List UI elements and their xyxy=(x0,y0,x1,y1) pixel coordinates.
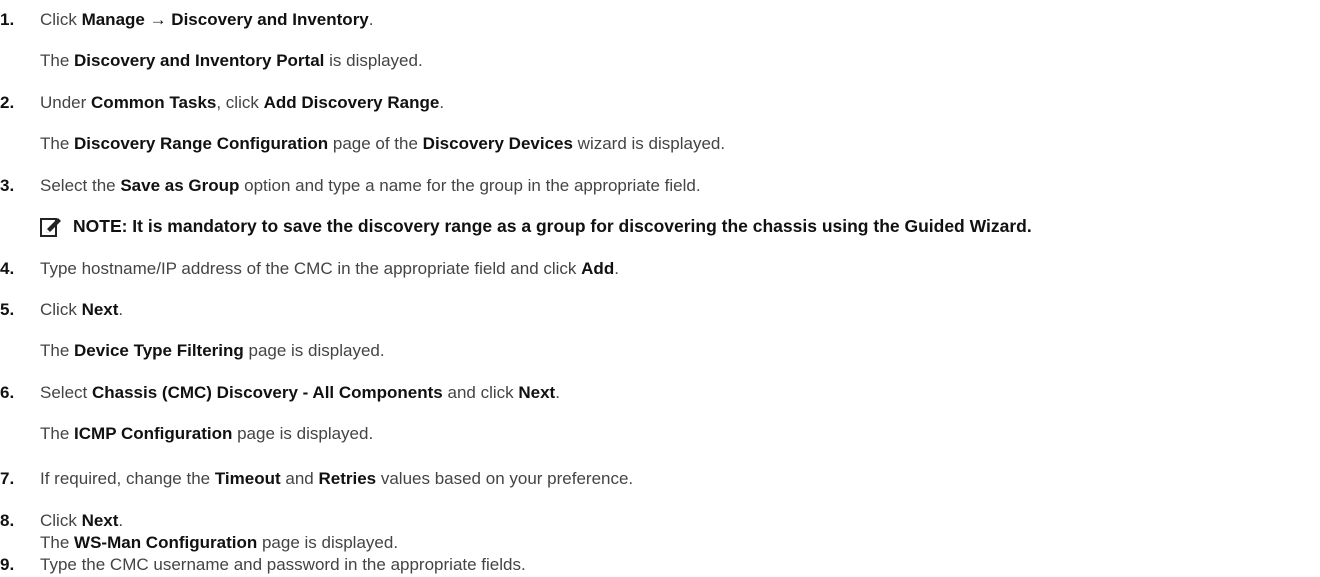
step-8-result: The WS-Man Configuration page is display… xyxy=(40,533,399,552)
step-5-result: The Device Type Filtering page is displa… xyxy=(40,341,385,360)
step-number: 2. xyxy=(0,93,15,112)
step-text: Click Manage → Discovery and Inventory. xyxy=(40,10,374,29)
step-number: 9. xyxy=(0,555,15,574)
step-number: 8. xyxy=(0,511,15,530)
step-number: 4. xyxy=(0,259,15,278)
note-text: NOTE: It is mandatory to save the discov… xyxy=(73,216,1032,236)
step-2-result: The Discovery Range Configuration page o… xyxy=(40,134,726,153)
step-number: 3. xyxy=(0,176,15,195)
step-text: Under Common Tasks, click Add Discovery … xyxy=(40,93,445,112)
step-6-result: The ICMP Configuration page is displayed… xyxy=(40,424,374,443)
step-text: Click Next. xyxy=(40,300,124,319)
step-text: Select Chassis (CMC) Discovery - All Com… xyxy=(40,383,560,402)
step-text: If required, change the Timeout and Retr… xyxy=(40,469,634,488)
step-number: 6. xyxy=(0,383,15,402)
step-text: Type the CMC username and password in th… xyxy=(40,555,526,574)
step-text: Click Next. xyxy=(40,511,124,530)
step-text: Select the Save as Group option and type… xyxy=(40,176,701,195)
step-number: 7. xyxy=(0,469,15,488)
step-number: 5. xyxy=(0,300,15,319)
step-number: 1. xyxy=(0,10,15,29)
pencil-note-icon xyxy=(40,218,61,237)
step-text: Type hostname/IP address of the CMC in t… xyxy=(40,259,619,278)
document-page: 1. Click Manage → Discovery and Inventor… xyxy=(0,0,1320,577)
step-1-result: The Discovery and Inventory Portal is di… xyxy=(40,51,423,70)
